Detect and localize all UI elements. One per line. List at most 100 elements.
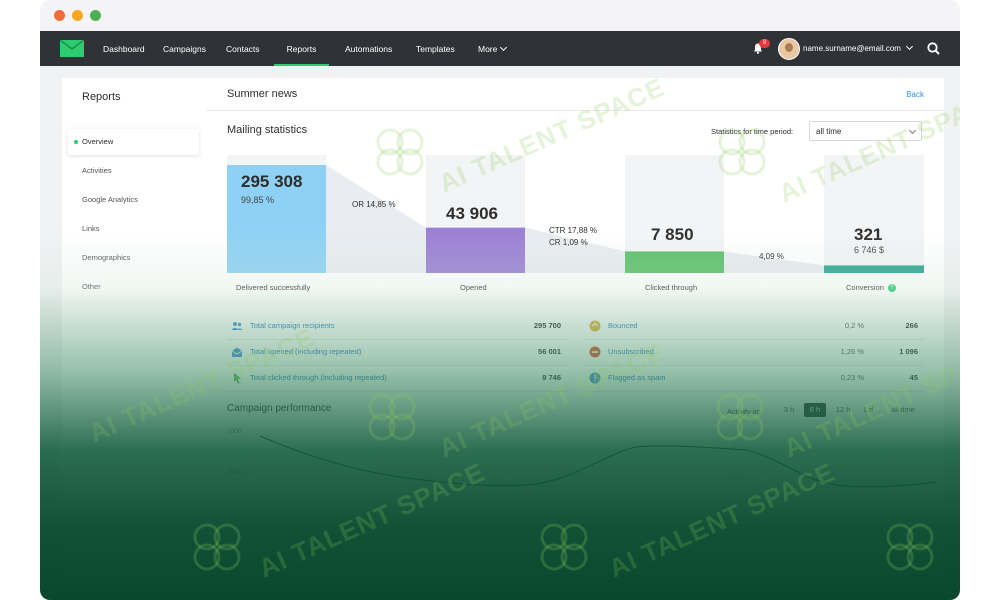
sidebar-item-label: Google Analytics xyxy=(82,195,138,204)
stat-row-spam: Flagged as spam 0,23 % 45 xyxy=(585,365,924,392)
range-3h-button[interactable]: 3 h xyxy=(779,403,799,417)
stat-row-opened: Total opened (including repeated) 56 001 xyxy=(227,339,567,366)
stat-label[interactable]: Bounced xyxy=(608,313,638,339)
back-link[interactable]: Back xyxy=(906,90,924,99)
y-tick-label: 1000 xyxy=(227,428,242,435)
sidebar-item-label: Overview xyxy=(82,137,114,146)
sidebar-item-overview[interactable]: Overview xyxy=(68,129,199,155)
stat-value: 45 xyxy=(909,373,918,382)
clicked-label: Clicked through xyxy=(645,283,698,292)
stat-row-bounced: Bounced 0,2 % 266 xyxy=(585,313,924,340)
stat-label[interactable]: Total opened (including repeated) xyxy=(250,339,361,365)
range-12h-button[interactable]: 12 h xyxy=(832,403,854,417)
stat-value: 9 746 xyxy=(542,373,561,382)
help-icon[interactable]: ? xyxy=(887,284,896,293)
section-title: Mailing statistics xyxy=(227,124,308,136)
cursor-icon xyxy=(234,373,241,384)
conversion-percent: 4,09 % xyxy=(759,252,784,261)
window-titlebar xyxy=(40,0,960,31)
period-value: all time xyxy=(816,127,842,136)
minimize-window-button[interactable] xyxy=(72,10,83,21)
notification-badge: 8 xyxy=(759,39,770,48)
nav-campaigns[interactable]: Campaigns xyxy=(163,31,206,66)
sidebar-title: Reports xyxy=(82,91,121,103)
nav-reports[interactable]: Reports xyxy=(274,31,329,66)
search-icon[interactable] xyxy=(927,42,940,55)
performance-title: Campaign performance xyxy=(227,403,332,414)
close-window-button[interactable] xyxy=(54,10,65,21)
delivered-value: 295 308 xyxy=(241,172,303,191)
conversion-value: 321 xyxy=(854,225,883,244)
nav-dashboard[interactable]: Dashboard xyxy=(103,31,145,66)
conversion-label-wrap: Conversion? xyxy=(846,283,896,293)
sidebar-item-label: Activities xyxy=(82,166,112,175)
range-6h-button[interactable]: 6 h xyxy=(804,403,826,417)
conversion-amount: 6 746 $ xyxy=(854,245,885,255)
delivered-label: Delivered successfully xyxy=(236,283,311,292)
period-select[interactable]: all time xyxy=(809,121,922,141)
activity-label: Activity in: xyxy=(727,407,761,416)
sidebar-item-other[interactable]: Other xyxy=(68,274,199,300)
report-main-panel: Summer news Back Mailing statistics Stat… xyxy=(206,78,944,600)
funnel-bg-conversion xyxy=(824,155,924,273)
funnel-connector-or xyxy=(326,165,426,273)
stat-label[interactable]: Flagged as spam xyxy=(608,365,666,391)
reports-sidebar: Reports Overview Activities Google Analy… xyxy=(62,78,206,600)
browser-window: Dashboard Campaigns Contacts Reports Aut… xyxy=(40,0,960,600)
bounce-icon xyxy=(589,320,601,332)
avatar-face xyxy=(785,43,793,52)
envelope-open-icon xyxy=(231,347,243,357)
clicked-value: 7 850 xyxy=(651,225,694,244)
report-header: Summer news Back xyxy=(206,78,944,111)
stat-percent: 0,2 % xyxy=(844,321,864,330)
funnel-bar-conversion xyxy=(824,265,924,273)
spam-icon xyxy=(589,372,601,384)
sidebar-item-demographics[interactable]: Demographics xyxy=(68,245,199,271)
mail-logo-icon[interactable] xyxy=(60,40,84,57)
avatar[interactable] xyxy=(778,38,800,60)
stat-label[interactable]: Total clicked through (including repeate… xyxy=(250,365,387,391)
open-rate: OR 14,85 % xyxy=(352,200,396,209)
funnel-chart xyxy=(227,155,924,273)
stat-value: 266 xyxy=(905,321,918,330)
performance-series-line xyxy=(259,435,936,488)
period-label: Statistics for time period: xyxy=(711,127,794,136)
mailing-funnel: 295 308 99,85 % OR 14,85 % 43 906 CTR 17… xyxy=(227,155,924,293)
sidebar-item-label: Demographics xyxy=(82,253,131,262)
stat-label[interactable]: Total campaign recipients xyxy=(250,313,335,339)
sidebar-item-activities[interactable]: Activities xyxy=(68,158,199,184)
range-all-time-button[interactable]: all time xyxy=(884,403,922,417)
nav-more[interactable]: More xyxy=(478,31,508,66)
stat-value: 295 700 xyxy=(533,321,561,330)
stat-row-clicked: Total clicked through (including repeate… xyxy=(227,365,567,392)
page-title: Summer news xyxy=(227,88,298,100)
nav-more-label: More xyxy=(478,44,498,54)
sidebar-item-label: Links xyxy=(82,224,100,233)
minus-circle-icon xyxy=(589,346,601,358)
user-menu[interactable]: name.surname@email.com xyxy=(803,31,913,66)
stat-row-unsubscribed: Unsubscribed 1,26 % 1 096 xyxy=(585,339,924,366)
maximize-window-button[interactable] xyxy=(90,10,101,21)
nav-templates[interactable]: Templates xyxy=(416,31,455,66)
sidebar-item-label: Other xyxy=(82,282,101,291)
conversion-label: Conversion xyxy=(846,283,884,292)
opened-value: 43 906 xyxy=(446,204,498,223)
users-icon xyxy=(231,322,243,330)
y-tick-label: 1500 xyxy=(227,469,242,476)
stat-value: 1 096 xyxy=(899,347,918,356)
chevron-down-icon xyxy=(905,42,913,51)
performance-line-chart xyxy=(246,426,936,536)
stat-label[interactable]: Unsubscribed xyxy=(608,339,654,365)
range-1d-button[interactable]: 1 d xyxy=(859,403,877,417)
stat-percent: 0,23 % xyxy=(840,373,864,382)
funnel-bar-clicked xyxy=(625,251,724,273)
user-email: name.surname@email.com xyxy=(803,44,901,53)
nav-contacts[interactable]: Contacts xyxy=(226,31,260,66)
sidebar-item-google-analytics[interactable]: Google Analytics xyxy=(68,187,199,213)
sidebar-item-links[interactable]: Links xyxy=(68,216,199,242)
top-navigation: Dashboard Campaigns Contacts Reports Aut… xyxy=(40,31,960,66)
stat-value: 56 001 xyxy=(538,347,561,356)
funnel-bar-opened xyxy=(426,227,525,273)
nav-automations[interactable]: Automations xyxy=(345,31,392,66)
stat-row-recipients: Total campaign recipients 295 700 xyxy=(227,313,567,340)
